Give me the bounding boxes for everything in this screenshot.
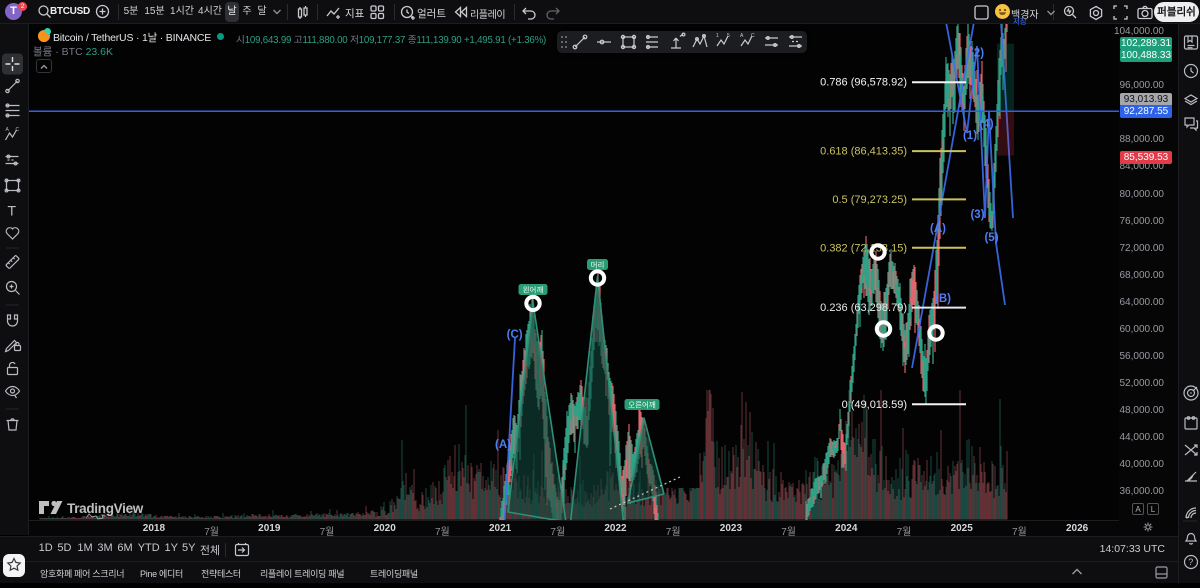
svg-text:(A): (A) — [495, 439, 511, 451]
svg-text:C: C — [751, 33, 755, 39]
svg-text:TradingView: TradingView — [67, 501, 144, 516]
svg-text:(1): (1) — [963, 130, 977, 142]
svg-text:(B): (B) — [935, 293, 951, 305]
svg-text:0.236 (63,298.79): 0.236 (63,298.79) — [820, 302, 907, 314]
svg-text:T: T — [8, 203, 17, 219]
svg-text:(2): (2) — [970, 48, 984, 60]
svg-text:(C): (C) — [507, 329, 523, 341]
svg-text:0.5 (79,273.25): 0.5 (79,273.25) — [832, 194, 907, 206]
svg-text:0.786 (96,578.92): 0.786 (96,578.92) — [820, 77, 907, 89]
svg-text:A: A — [6, 127, 10, 133]
svg-text:(3): (3) — [970, 209, 984, 221]
svg-text:(5): (5) — [984, 232, 998, 244]
svg-text:머리: 머리 — [591, 260, 605, 269]
svg-text:0.618 (86,413.35): 0.618 (86,413.35) — [820, 146, 907, 158]
svg-text:0 (49,018.59): 0 (49,018.59) — [842, 399, 907, 411]
svg-text:5: 5 — [727, 33, 730, 39]
svg-text:왼어깨: 왼어깨 — [523, 284, 544, 294]
svg-text:C: C — [16, 127, 20, 133]
svg-text:오른어깨: 오른어깨 — [628, 399, 656, 409]
svg-text:1: 1 — [716, 33, 719, 39]
svg-text:(4): (4) — [979, 119, 993, 131]
svg-text:A: A — [740, 33, 744, 39]
svg-text:(A): (A) — [930, 223, 946, 235]
svg-text:0.382 (72,133.15): 0.382 (72,133.15) — [820, 242, 907, 254]
svg-text:?: ? — [1188, 557, 1193, 567]
